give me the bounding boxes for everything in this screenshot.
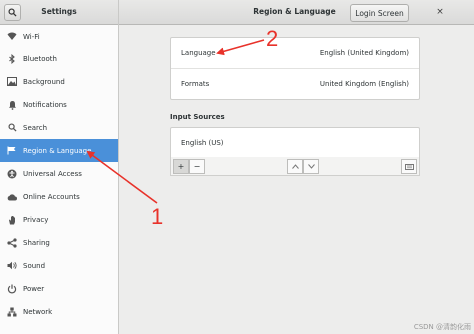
sidebar-item-sound[interactable]: Sound xyxy=(0,254,118,277)
language-formats-card: Language English (United Kingdom) Format… xyxy=(170,37,420,100)
sidebar-title: Settings xyxy=(41,7,77,16)
sidebar-item-universal-access[interactable]: Universal Access xyxy=(0,162,118,185)
formats-value: United Kingdom (English) xyxy=(319,80,409,88)
sidebar-item-online-accounts[interactable]: Online Accounts xyxy=(0,185,118,208)
header-bar: Settings Region & Language Login Screen … xyxy=(0,0,474,25)
input-sources-title: Input Sources xyxy=(170,113,225,121)
input-sources-list: English (US) xyxy=(170,127,420,159)
search-icon xyxy=(7,123,17,133)
formats-label: Formats xyxy=(181,80,210,88)
language-row[interactable]: Language English (United Kingdom) xyxy=(171,38,419,68)
sidebar-item-bluetooth[interactable]: Bluetooth xyxy=(0,47,118,70)
language-label: Language xyxy=(181,49,216,57)
sidebar-item-search[interactable]: Search xyxy=(0,116,118,139)
power-icon xyxy=(7,284,17,294)
sidebar-item-label: Notifications xyxy=(23,100,67,109)
accessibility-icon xyxy=(7,169,17,179)
login-screen-button[interactable]: Login Screen xyxy=(350,4,409,22)
sidebar-item-label: Bluetooth xyxy=(23,54,57,63)
sidebar-item-power[interactable]: Power xyxy=(0,277,118,300)
move-down-button[interactable] xyxy=(303,159,319,174)
sidebar-item-label: Sound xyxy=(23,261,46,270)
sidebar-item-label: Region & Language xyxy=(23,146,92,155)
sidebar-item-region-language[interactable]: Region & Language xyxy=(0,139,118,162)
flag-icon xyxy=(7,146,17,156)
sidebar-item-label: Background xyxy=(23,77,65,86)
bluetooth-icon xyxy=(7,53,17,64)
sidebar-item-label: Sharing xyxy=(23,238,50,247)
sidebar: Wi-Fi Bluetooth Background Notifications… xyxy=(0,25,118,334)
sidebar-item-label: Network xyxy=(23,307,53,316)
add-input-source-button[interactable]: + xyxy=(173,159,189,174)
sidebar-item-label: Search xyxy=(23,123,48,132)
language-value: English (United Kingdom) xyxy=(319,49,409,57)
formats-row[interactable]: Formats United Kingdom (English) xyxy=(171,68,419,99)
sidebar-item-sharing[interactable]: Sharing xyxy=(0,231,118,254)
chevron-up-icon xyxy=(291,164,299,169)
move-up-button[interactable] xyxy=(287,159,303,174)
sidebar-item-notifications[interactable]: Notifications xyxy=(0,93,118,116)
watermark: CSDN @清韵化雨 xyxy=(413,323,471,331)
sidebar-item-label: Wi-Fi xyxy=(23,32,40,41)
remove-input-source-button[interactable]: − xyxy=(189,159,205,174)
wifi-icon xyxy=(7,32,17,42)
speaker-icon xyxy=(7,261,17,271)
share-icon xyxy=(7,237,17,248)
panel-title: Region & Language xyxy=(253,7,336,16)
close-icon[interactable]: × xyxy=(434,6,446,18)
background-icon xyxy=(7,77,17,87)
notifications-icon xyxy=(7,100,17,110)
annotation-label-1: 1 xyxy=(151,204,163,229)
keyboard-icon xyxy=(404,163,414,170)
chevron-down-icon xyxy=(307,164,315,169)
sidebar-item-label: Privacy xyxy=(23,215,49,224)
sidebar-item-network[interactable]: Network xyxy=(0,300,118,323)
sidebar-item-label: Power xyxy=(23,284,45,293)
keyboard-layout-button[interactable] xyxy=(401,159,417,174)
sidebar-item-label: Online Accounts xyxy=(23,192,80,201)
input-source-label: English (US) xyxy=(181,139,224,147)
input-sources-toolbar: + − xyxy=(170,157,420,176)
sidebar-item-wifi[interactable]: Wi-Fi xyxy=(0,25,118,48)
input-source-item[interactable]: English (US) xyxy=(171,128,419,158)
sidebar-divider xyxy=(118,0,119,334)
sidebar-item-privacy[interactable]: Privacy xyxy=(0,208,118,231)
sidebar-item-background[interactable]: Background xyxy=(0,70,118,93)
cloud-icon xyxy=(7,192,17,202)
hand-icon xyxy=(7,215,17,225)
sidebar-item-label: Universal Access xyxy=(23,169,82,178)
network-icon xyxy=(7,307,17,317)
